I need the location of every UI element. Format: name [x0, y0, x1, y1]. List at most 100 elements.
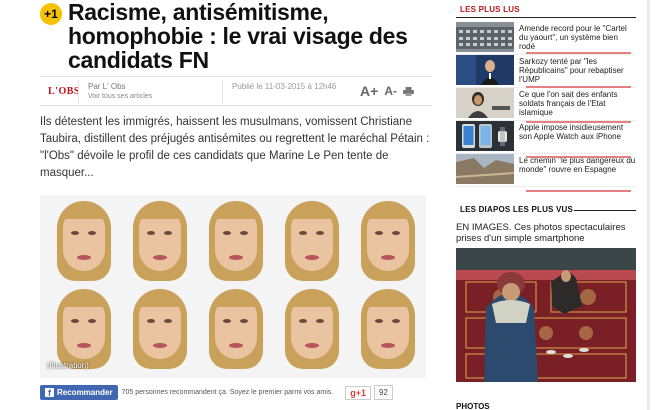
face-illustration — [198, 285, 274, 373]
face-part — [153, 343, 167, 348]
item-bar — [526, 190, 631, 192]
slideshow-image[interactable] — [456, 248, 636, 382]
face-part — [223, 319, 231, 323]
face-part — [215, 293, 257, 307]
face-part — [229, 343, 243, 348]
photos-section-label: PHOTOS — [456, 402, 490, 410]
google-plus-button[interactable]: g+1 — [345, 385, 371, 400]
face-illustration — [122, 285, 198, 373]
divider — [78, 80, 79, 104]
item-bar — [526, 156, 631, 158]
face-illustration — [198, 197, 274, 285]
face-part — [71, 231, 79, 235]
font-larger-button[interactable]: A+ — [360, 83, 378, 99]
face-part — [77, 343, 91, 348]
face-part — [305, 255, 319, 260]
building-thumbnail — [456, 22, 514, 52]
divider — [574, 210, 636, 211]
face-illustration — [274, 197, 350, 285]
article-column: +1 Racisme, antisémitisme, homophobie : … — [40, 0, 432, 400]
font-smaller-button[interactable]: A- — [384, 84, 397, 98]
plus-one-badge-icon: +1 — [40, 3, 62, 25]
facebook-icon: f — [45, 388, 54, 398]
article-headline: Racisme, antisémitisme, homophobie : le … — [68, 0, 408, 73]
obs-logo: L'OBS — [48, 86, 80, 97]
face-illustration — [122, 197, 198, 285]
most-read-item[interactable]: Le chemin "le plus dangereux du monde" r… — [456, 154, 636, 187]
face-part — [375, 231, 383, 235]
slideshow-title: LES DIAPOS LES PLUS VUS — [460, 205, 574, 214]
face-part — [77, 255, 91, 260]
photo-caption: (Illustration) — [47, 361, 89, 370]
face-part — [71, 319, 79, 323]
sidebar: LES PLUS LUS Amende record pour le "Cart… — [456, 0, 636, 410]
article-photo: (Illustration) — [40, 195, 426, 378]
face-part — [392, 319, 400, 323]
face-part — [240, 319, 248, 323]
most-read-header: LES PLUS LUS — [456, 0, 636, 18]
scrollbar[interactable] — [647, 0, 650, 410]
print-icon[interactable] — [403, 86, 414, 96]
face-part — [164, 319, 172, 323]
divider — [222, 80, 223, 104]
face-part — [139, 205, 181, 219]
face-part — [316, 319, 324, 323]
most-read-item[interactable]: Sarkozy tenté par "les Républicains" pou… — [456, 55, 636, 88]
watch-thumbnail — [456, 121, 514, 151]
face-part — [88, 231, 96, 235]
face-part — [367, 205, 409, 219]
face-part — [291, 293, 333, 307]
social-bar: f Recommander 705 personnes recommandent… — [40, 385, 432, 400]
most-read-item-label: Le chemin "le plus dangereux du monde" r… — [519, 156, 636, 174]
face-part — [381, 255, 395, 260]
face-part — [299, 231, 307, 235]
author-articles-link[interactable]: Voir tous ses articles — [88, 93, 152, 100]
slideshow-header: LES DIAPOS LES PLUS VUS — [456, 203, 636, 217]
item-bar — [526, 121, 631, 123]
face-part — [153, 255, 167, 260]
most-read-item[interactable]: Amende record pour le "Cartel du yaourt"… — [456, 22, 636, 55]
face-part — [215, 205, 257, 219]
google-plus-count: 92 — [374, 385, 393, 400]
most-read-item-label: Apple impose insidieusement son Apple Wa… — [519, 123, 624, 141]
face-part — [291, 205, 333, 219]
face-part — [223, 231, 231, 235]
face-part — [147, 319, 155, 323]
publish-date: Publié le 11-03-2015 à 12h46 — [232, 82, 337, 91]
face-illustration — [46, 285, 122, 373]
article-meta-bar: L'OBS Par L' Obs Voir tous ses articles … — [40, 76, 432, 106]
face-part — [139, 293, 181, 307]
face-illustration — [46, 197, 122, 285]
face-part — [375, 319, 383, 323]
item-bar — [526, 86, 631, 88]
face-part — [147, 231, 155, 235]
slideshow-caption-link[interactable]: EN IMAGES. Ces photos spectaculaires pri… — [456, 222, 626, 244]
face-illustration — [274, 285, 350, 373]
face-part — [240, 231, 248, 235]
most-read-item-label: Sarkozy tenté par "les Républicains" pou… — [519, 57, 624, 84]
facebook-recommend-label: Recommander — [57, 388, 113, 397]
child-thumbnail — [456, 88, 514, 118]
face-grid — [46, 197, 426, 373]
face-part — [392, 231, 400, 235]
most-read-item-label: Amende record pour le "Cartel du yaourt"… — [519, 24, 627, 51]
title-row: +1 Racisme, antisémitisme, homophobie : … — [40, 0, 432, 72]
author-name[interactable]: Par L' Obs — [88, 82, 126, 91]
most-read-item[interactable]: Ce que l'on sait des enfants soldats fra… — [456, 88, 636, 121]
face-part — [305, 343, 319, 348]
speaker-thumbnail — [456, 55, 514, 85]
face-part — [316, 231, 324, 235]
face-illustration — [350, 285, 426, 373]
most-read-list: Amende record pour le "Cartel du yaourt"… — [456, 22, 636, 187]
face-part — [367, 293, 409, 307]
face-part — [164, 231, 172, 235]
face-part — [63, 205, 105, 219]
most-read-item[interactable]: Apple impose insidieusement son Apple Wa… — [456, 121, 636, 154]
face-part — [88, 319, 96, 323]
item-bar — [526, 52, 631, 54]
most-read-item-label: Ce que l'on sait des enfants soldats fra… — [519, 90, 618, 117]
face-part — [229, 255, 243, 260]
article-tools: A+ A- — [360, 83, 414, 99]
facebook-recommend-button[interactable]: f Recommander — [40, 385, 118, 400]
facebook-recommend-count: 705 personnes recommandent ça. Soyez le … — [121, 389, 334, 396]
